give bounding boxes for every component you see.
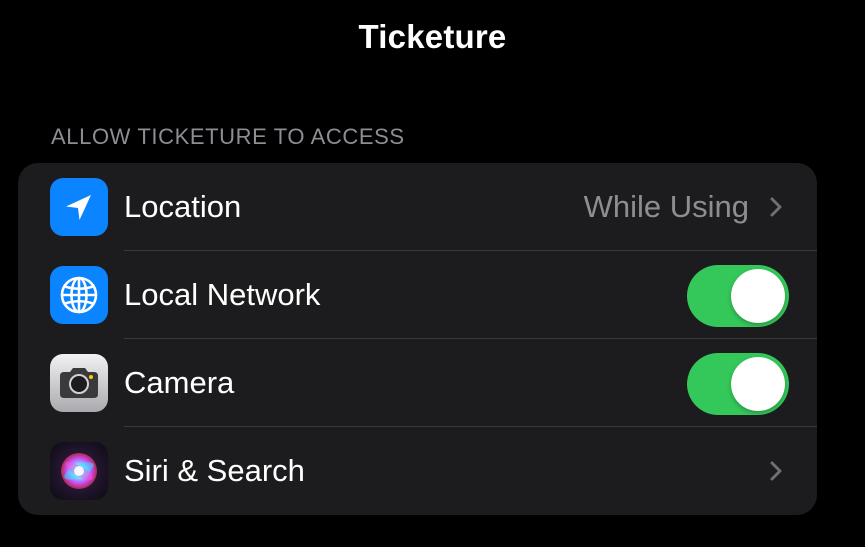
toggle-knob bbox=[731, 269, 785, 323]
permissions-group: Location While Using Local Network Camer… bbox=[18, 163, 817, 515]
local-network-label: Local Network bbox=[124, 277, 321, 312]
location-row[interactable]: Location While Using bbox=[18, 163, 817, 251]
camera-toggle[interactable] bbox=[687, 353, 789, 415]
location-arrow-icon bbox=[50, 178, 108, 236]
camera-row: Camera bbox=[18, 339, 817, 427]
siri-icon bbox=[50, 442, 108, 500]
location-label: Location bbox=[124, 189, 242, 224]
camera-icon bbox=[50, 354, 108, 412]
chevron-right-icon bbox=[770, 461, 782, 481]
local-network-toggle[interactable] bbox=[687, 265, 789, 327]
chevron-right-icon bbox=[770, 197, 782, 217]
location-value: While Using bbox=[583, 189, 749, 224]
settings-screen: Ticketure ALLOW TICKETURE TO ACCESS Loca… bbox=[0, 0, 865, 547]
section-header: ALLOW TICKETURE TO ACCESS bbox=[51, 124, 405, 149]
page-title: Ticketure bbox=[358, 18, 507, 55]
camera-label: Camera bbox=[124, 365, 235, 400]
globe-icon bbox=[50, 266, 108, 324]
siri-search-label: Siri & Search bbox=[124, 453, 305, 488]
siri-search-row[interactable]: Siri & Search bbox=[18, 427, 817, 515]
local-network-row: Local Network bbox=[18, 251, 817, 339]
toggle-knob bbox=[731, 357, 785, 411]
